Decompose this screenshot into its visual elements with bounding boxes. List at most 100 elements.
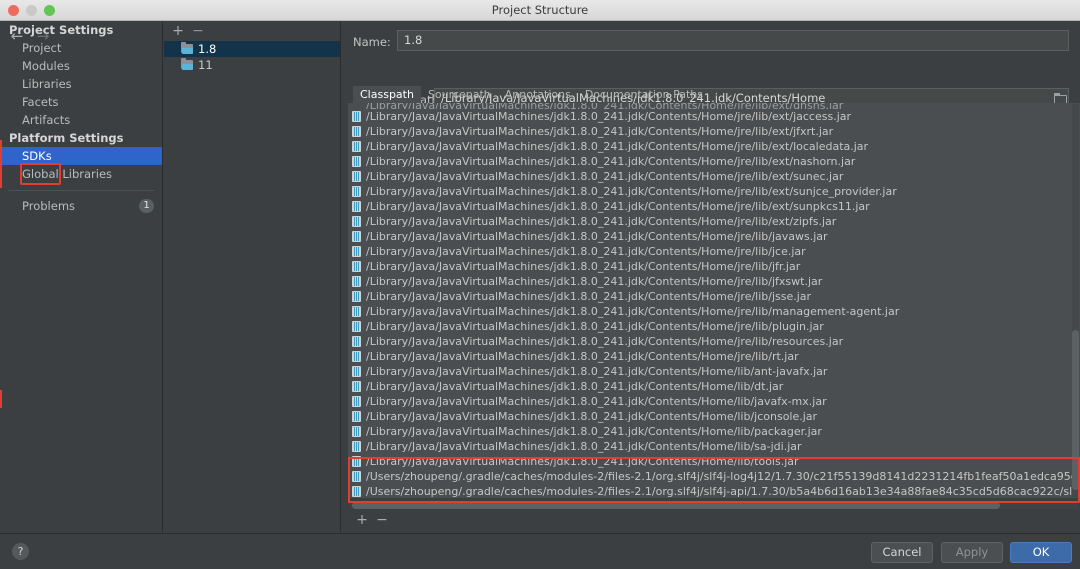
jar-file-icon [352,486,361,497]
jar-file-icon [352,336,361,347]
classpath-vertical-scrollbar-thumb[interactable] [1072,330,1079,490]
classpath-row-label: /Library/Java/JavaVirtualMachines/jdk1.8… [366,230,828,243]
name-field-row: Name: 1.8 [342,21,1080,51]
jar-file-icon [352,456,361,467]
classpath-row[interactable]: /Library/Java/JavaVirtualMachines/jdk1.8… [348,229,1080,244]
jar-file-icon [352,396,361,407]
classpath-row[interactable]: /Library/Java/JavaVirtualMachines/jdk1.8… [348,454,1080,469]
classpath-row-label: /Library/Java/JavaVirtualMachines/jdk1.8… [366,380,784,393]
sidebar-item-project[interactable]: Project [0,39,162,57]
remove-sdk-button[interactable]: − [190,23,206,39]
classpath-row[interactable]: /Library/Java/JavaVirtualMachines/jdk1.8… [348,124,1080,139]
classpath-row[interactable]: /Library/Java/JavaVirtualMachines/jdk1.8… [348,334,1080,349]
classpath-row[interactable]: /Library/Java/JavaVirtualMachines/jdk1.8… [348,349,1080,364]
jar-file-icon [352,291,361,302]
annotation-edge-mark-top [0,140,2,188]
jar-file-icon [352,231,361,242]
jar-file-icon [352,216,361,227]
remove-classpath-entry-button[interactable]: − [374,512,390,528]
classpath-row-label: /Library/Java/JavaVirtualMachines/jdk1.8… [366,335,844,348]
classpath-row-label: /Library/Java/JavaVirtualMachines/jdk1.8… [366,440,802,453]
classpath-row[interactable]: /Library/Java/JavaVirtualMachines/jdk1.8… [348,154,1080,169]
classpath-row[interactable]: /Library/Java/JavaVirtualMachines/jdk1.8… [348,439,1080,454]
jar-file-icon [352,246,361,257]
classpath-row-label: /Library/Java/JavaVirtualMachines/jdk1.8… [366,245,806,258]
jar-file-icon [352,126,361,137]
jar-file-icon [352,306,361,317]
help-icon[interactable]: ? [12,543,29,560]
jar-file-icon [352,201,361,212]
window-titlebar: Project Structure [0,0,1080,21]
classpath-row-label: /Users/zhoupeng/.gradle/caches/modules-2… [366,470,1080,483]
classpath-row-label: /Library/Java/JavaVirtualMachines/jdk1.8… [366,395,827,408]
classpath-row-label: /Library/Java/JavaVirtualMachines/jdk1.8… [366,215,837,228]
classpath-row-label: /Library/Java/JavaVirtualMachines/jdk1.8… [366,260,801,273]
classpath-row[interactable]: /Library/Java/JavaVirtualMachines/jdk1.8… [348,424,1080,439]
settings-sidebar: ← → Project Settings Project Modules Lib… [0,21,163,532]
classpath-row-label: /Library/Java/JavaVirtualMachines/jdk1.8… [366,410,818,423]
classpath-row-label: /Library/Java/JavaVirtualMachines/jdk1.8… [366,170,844,183]
sidebar-item-libraries[interactable]: Libraries [0,75,162,93]
add-sdk-button[interactable]: + [170,23,186,39]
classpath-list[interactable]: /Library/Java/JavaVirtualMachines/jdk1.8… [348,103,1080,498]
classpath-row-label: /Library/Java/JavaVirtualMachines/jdk1.8… [366,425,822,438]
sidebar-divider [8,190,154,191]
classpath-row[interactable]: /Library/Java/JavaVirtualMachines/jdk1.8… [348,364,1080,379]
classpath-horizontal-scrollbar-thumb[interactable] [352,502,1000,509]
classpath-row-label: /Library/Java/JavaVirtualMachines/jdk1.8… [366,275,823,288]
classpath-row-label: /Users/zhoupeng/.gradle/caches/modules-2… [366,485,1080,498]
classpath-row[interactable]: /Library/Java/JavaVirtualMachines/jdk1.8… [348,409,1080,424]
sdk-list-toolbar: + − [164,21,340,41]
classpath-row[interactable]: /Library/Java/JavaVirtualMachines/jdk1.8… [348,244,1080,259]
classpath-row[interactable]: /Library/Java/JavaVirtualMachines/jdk1.8… [348,169,1080,184]
sdk-list-panel: + − 1.8 11 [164,21,341,532]
window-title: Project Structure [491,3,589,17]
classpath-row-label: /Library/Java/JavaVirtualMachines/jdk1.8… [366,290,812,303]
name-field-label: Name: [353,35,391,49]
classpath-row[interactable]: /Library/Java/JavaVirtualMachines/jdk1.8… [348,214,1080,229]
classpath-row[interactable]: /Library/Java/JavaVirtualMachines/jdk1.8… [348,319,1080,334]
jar-file-icon [352,426,361,437]
classpath-row[interactable]: /Users/zhoupeng/.gradle/caches/modules-2… [348,469,1080,484]
sidebar-item-sdks[interactable]: SDKs [0,147,162,165]
classpath-row-label: /Library/Java/JavaVirtualMachines/jdk1.8… [366,305,900,318]
classpath-row[interactable]: /Library/Java/JavaVirtualMachines/jdk1.8… [348,184,1080,199]
sidebar-item-problems[interactable]: Problems 1 [0,197,162,215]
sdk-list-item-1-8[interactable]: 1.8 [164,41,340,57]
classpath-row[interactable]: /Library/Java/JavaVirtualMachines/jdk1.8… [348,289,1080,304]
jdk-home-path-row: JDK home path: /Library/Java/JavaVirtual… [342,51,1080,109]
sidebar-item-facets[interactable]: Facets [0,93,162,111]
jar-file-icon [352,411,361,422]
jar-file-icon [352,171,361,182]
classpath-row-label: /Library/Java/JavaVirtualMachines/jdk1.8… [366,455,799,468]
add-classpath-entry-button[interactable]: + [354,512,370,528]
classpath-row[interactable]: /Library/Java/JavaVirtualMachines/jdk1.8… [348,304,1080,319]
jar-file-icon [352,186,361,197]
classpath-row[interactable]: /Users/zhoupeng/.gradle/caches/modules-2… [348,484,1080,498]
ok-button[interactable]: OK [1010,542,1072,563]
name-input[interactable]: 1.8 [397,30,1069,51]
classpath-row[interactable]: /Library/Java/JavaVirtualMachines/jdk1.8… [348,394,1080,409]
classpath-row[interactable]: /Library/Java/JavaVirtualMachines/jdk1.8… [348,379,1080,394]
classpath-rows: /Library/Java/JavaVirtualMachines/jdk1.8… [348,109,1080,498]
jar-file-icon [352,351,361,362]
classpath-row[interactable]: /Library/Java/JavaVirtualMachines/jdk1.8… [348,274,1080,289]
dialog-footer: ? Cancel Apply OK [0,533,1080,569]
cancel-button[interactable]: Cancel [871,542,933,563]
classpath-row[interactable]: /Library/Java/JavaVirtualMachines/jdk1.8… [348,109,1080,124]
sidebar-item-artifacts[interactable]: Artifacts [0,111,162,129]
jar-file-icon [352,261,361,272]
sidebar-section-platform-settings: Platform Settings SDKs Global Libraries [0,129,162,183]
classpath-row-label: /Library/Java/JavaVirtualMachines/jdk1.8… [366,110,852,123]
classpath-row[interactable]: /Library/Java/JavaVirtualMachines/jdk1.8… [348,259,1080,274]
sidebar-item-modules[interactable]: Modules [0,57,162,75]
sdk-list-item-label: 1.8 [198,42,217,56]
classpath-row[interactable]: /Library/Java/JavaVirtualMachines/jdk1.8… [348,199,1080,214]
apply-button[interactable]: Apply [941,542,1003,563]
classpath-row[interactable]: /Library/Java/JavaVirtualMachines/jdk1.8… [348,139,1080,154]
sdk-list-item-11[interactable]: 11 [164,57,340,73]
jar-file-icon [352,111,361,122]
sidebar-item-problems-label: Problems [22,199,76,213]
sidebar-item-global-libraries[interactable]: Global Libraries [0,165,162,183]
classpath-row-label: /Library/Java/JavaVirtualMachines/jdk1.8… [366,155,856,168]
